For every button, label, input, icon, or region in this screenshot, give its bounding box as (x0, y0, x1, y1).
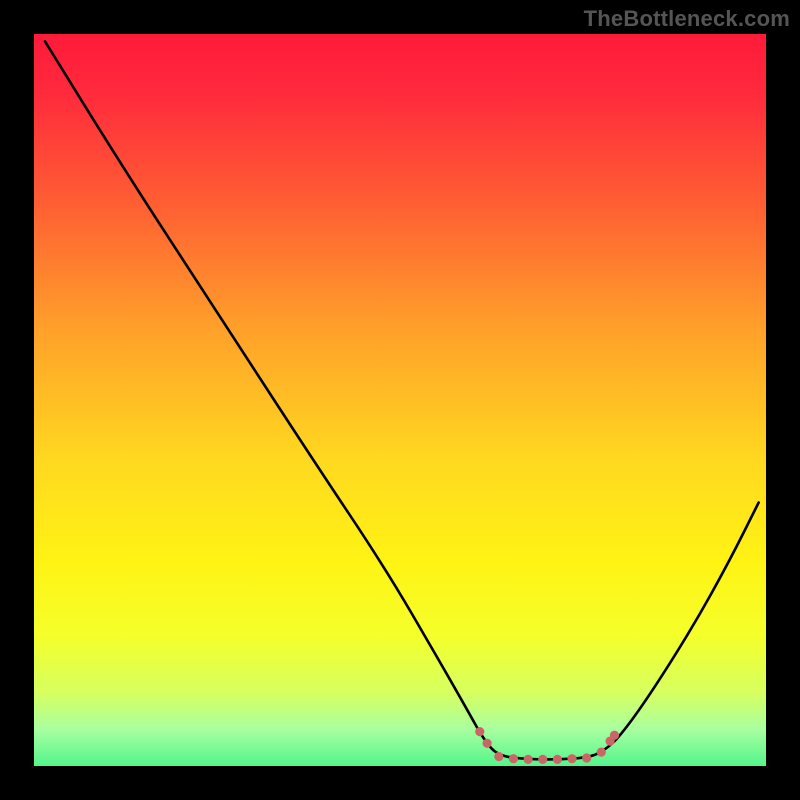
watermark-text: TheBottleneck.com (584, 6, 790, 32)
marker-dot (553, 755, 562, 764)
marker-dot (610, 731, 619, 740)
marker-dot (524, 755, 533, 764)
marker-dot (483, 739, 492, 748)
marker-dot (494, 752, 503, 761)
plot-background (34, 34, 766, 766)
marker-dot (597, 747, 606, 756)
marker-dot (567, 754, 576, 763)
marker-dot (509, 754, 518, 763)
marker-dot (538, 755, 547, 764)
marker-dot (475, 727, 484, 736)
bottleneck-chart (0, 0, 800, 800)
marker-dot (582, 753, 591, 762)
